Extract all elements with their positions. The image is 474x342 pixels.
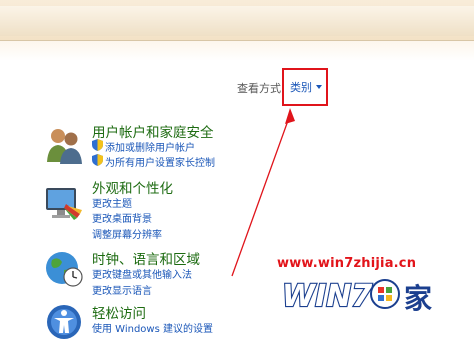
- toolbar-strip: [0, 41, 474, 61]
- link-change-keyboard-input[interactable]: 更改键盘或其他输入法: [92, 266, 192, 281]
- section-title-ease-of-access[interactable]: 轻松访问: [92, 302, 146, 322]
- shield-icon: [92, 139, 103, 151]
- view-by-label: 查看方式:: [237, 82, 285, 95]
- watermark-url: www.win7zhijia.cn: [277, 256, 417, 271]
- logo-suffix: 家: [404, 282, 432, 315]
- category-view-dropdown[interactable]: 类别: [290, 79, 322, 95]
- monitor-paint-icon: [46, 188, 82, 220]
- link-change-theme[interactable]: 更改主题: [92, 195, 132, 210]
- address-bar-area: [0, 6, 474, 36]
- globe-clock-icon: [46, 252, 83, 287]
- users-icon: [47, 129, 82, 164]
- ease-of-access-icon: [47, 305, 81, 339]
- section-title-clock-language[interactable]: 时钟、语言和区域: [92, 248, 200, 268]
- shield-icon: [92, 154, 103, 166]
- link-change-desktop-background[interactable]: 更改桌面背景: [92, 210, 152, 225]
- section-title-appearance[interactable]: 外观和个性化: [92, 177, 173, 197]
- link-parental-controls[interactable]: 为所有用户设置家长控制: [105, 154, 215, 169]
- chevron-down-icon: [316, 85, 322, 89]
- link-add-remove-accounts[interactable]: 添加或删除用户帐户: [105, 139, 195, 154]
- window-title-bar: [0, 0, 474, 41]
- link-change-display-language[interactable]: 更改显示语言: [92, 282, 152, 297]
- logo-text: WIN7: [282, 279, 372, 314]
- win7-logo: WIN7 家: [282, 278, 432, 315]
- link-adjust-resolution[interactable]: 调整屏幕分辨率: [92, 226, 162, 241]
- section-title-user-accounts[interactable]: 用户帐户和家庭安全: [92, 121, 214, 141]
- category-label: 类别: [290, 81, 312, 94]
